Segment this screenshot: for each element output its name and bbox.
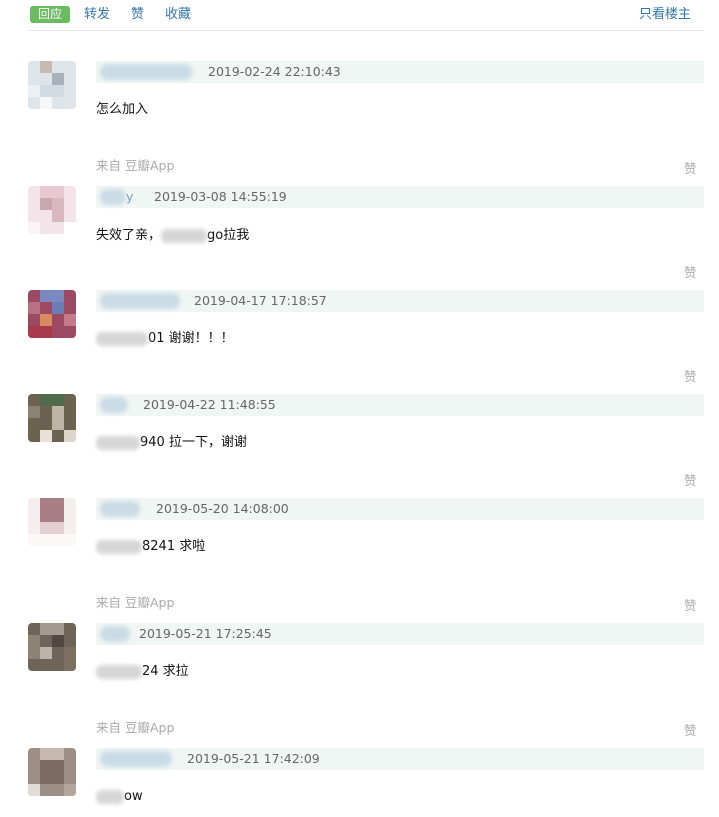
post-action-toolbar: 回应 转发 赞 收藏 只看楼主: [0, 0, 719, 31]
comment-text: 8241 求啦: [96, 538, 205, 556]
like-link[interactable]: 赞: [684, 598, 697, 614]
avatar[interactable]: [28, 623, 76, 671]
comment-meta-bar: y 2019-03-08 14:55:19: [96, 186, 704, 208]
author-name[interactable]: [100, 501, 140, 517]
author-name[interactable]: [100, 64, 192, 80]
author-name-visible[interactable]: y: [126, 189, 133, 205]
comment-meta-bar: 2019-04-17 17:18:57: [96, 290, 704, 312]
collect-link[interactable]: 收藏: [165, 6, 191, 23]
comment-meta-bar: 2019-05-20 14:08:00: [96, 498, 704, 520]
toolbar-divider: [29, 30, 704, 31]
author-name[interactable]: [100, 293, 180, 309]
author-name[interactable]: [100, 751, 172, 767]
comment-text: ow: [96, 788, 143, 806]
comment-time: 2019-04-17 17:18:57: [194, 293, 327, 308]
comment-text: 怎么加入: [96, 102, 149, 117]
comment-source: 来自 豆瓣App: [96, 158, 175, 173]
avatar[interactable]: [28, 186, 76, 234]
reply-button[interactable]: 回应: [30, 6, 70, 23]
avatar[interactable]: [28, 290, 76, 338]
like-link[interactable]: 赞: [684, 265, 697, 281]
like-link[interactable]: 赞: [684, 161, 697, 177]
like-link[interactable]: 赞: [684, 723, 697, 739]
author-name[interactable]: [100, 189, 126, 205]
only-op-link[interactable]: 只看楼主: [639, 6, 691, 23]
comment-text: 24 求拉: [96, 663, 189, 681]
like-link[interactable]: 赞: [684, 369, 697, 385]
comment-meta-bar: 2019-02-24 22:10:43: [96, 61, 704, 83]
like-link[interactable]: 赞: [684, 473, 697, 489]
comment-time: 2019-03-08 14:55:19: [154, 189, 287, 204]
comment-meta-bar: 2019-05-21 17:42:09: [96, 748, 704, 770]
comment-text: 940 拉一下，谢谢: [96, 434, 247, 452]
comment-time: 2019-05-21 17:42:09: [187, 751, 320, 766]
comment-text: 失效了亲， go拉我: [96, 228, 250, 243]
author-name[interactable]: [100, 397, 128, 413]
comment-meta-bar: 2019-05-21 17:25:45: [96, 623, 704, 645]
author-name[interactable]: [100, 626, 130, 642]
comment-text: 01 谢谢！！！: [96, 330, 234, 348]
comment-source: 来自 豆瓣App: [96, 720, 175, 735]
avatar[interactable]: [28, 748, 76, 796]
comment-time: 2019-05-21 17:25:45: [139, 626, 272, 641]
comment-time: 2019-04-22 11:48:55: [143, 397, 276, 412]
comment-time: 2019-05-20 14:08:00: [156, 501, 289, 516]
avatar[interactable]: [28, 394, 76, 442]
avatar[interactable]: [28, 61, 76, 109]
comment-time: 2019-02-24 22:10:43: [208, 64, 341, 79]
comment-source: 来自 豆瓣App: [96, 595, 175, 610]
forward-link[interactable]: 转发: [84, 6, 110, 23]
avatar[interactable]: [28, 498, 76, 546]
like-link[interactable]: 赞: [131, 6, 144, 23]
comment-meta-bar: 2019-04-22 11:48:55: [96, 394, 704, 416]
